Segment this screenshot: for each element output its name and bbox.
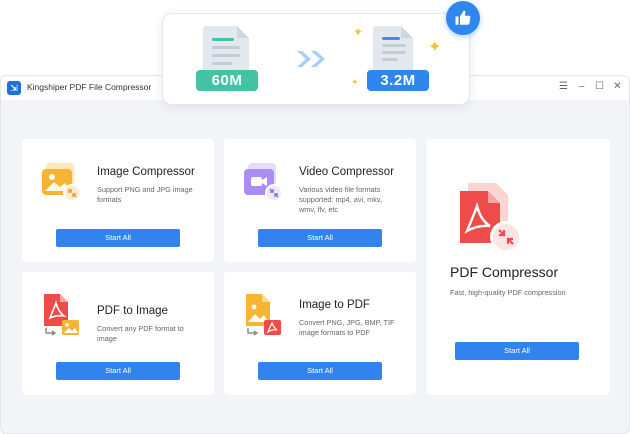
start-all-button[interactable]: Start All xyxy=(258,362,382,380)
double-chevron-right-icon xyxy=(295,49,329,74)
card-description: Convert PNG, JPG, BMP, TIF image formats… xyxy=(299,318,395,337)
original-size-badge: 60M xyxy=(196,70,258,91)
card-description: Convert any PDF format to image xyxy=(97,324,184,343)
card-title: PDF to Image xyxy=(97,305,168,317)
sparkle-icon: ✦ xyxy=(428,39,442,56)
video-compressor-icon xyxy=(242,161,284,208)
card-description: Fast, high-quality PDF compression xyxy=(450,288,566,297)
thumbs-up-icon xyxy=(446,1,480,35)
sparkle-icon: ✦ xyxy=(351,77,359,87)
card-pdf-to-image[interactable]: PDF to Image Convert any PDF format to i… xyxy=(22,272,214,395)
app-window: ⇲ Kingshiper PDF File Compressor ☰ – ☐ ✕… xyxy=(0,75,630,434)
app-title: Kingshiper PDF File Compressor xyxy=(27,82,152,92)
card-video-compressor[interactable]: Video Compressor Various video file form… xyxy=(224,139,416,262)
image-compressor-icon xyxy=(40,161,82,208)
card-pdf-compressor[interactable]: PDF Compressor Fast, high-quality PDF co… xyxy=(427,139,610,395)
start-all-button[interactable]: Start All xyxy=(258,229,382,247)
compression-banner: 60M ✦ ✦ ✦ 3.2M xyxy=(162,13,470,105)
card-title: PDF Compressor xyxy=(450,264,559,280)
start-all-button[interactable]: Start All xyxy=(56,362,180,380)
card-title: Video Compressor xyxy=(299,166,395,178)
card-description: Various video file formats supported: mp… xyxy=(299,185,383,214)
start-all-button[interactable]: Start All xyxy=(56,229,180,247)
menu-icon[interactable]: ☰ xyxy=(558,81,569,93)
compressed-size-badge: 3.2M xyxy=(367,70,429,91)
card-description: Support PNG and JPG image formats xyxy=(97,185,193,204)
compressed-file-icon xyxy=(373,26,413,76)
pdf-compressor-icon xyxy=(454,181,528,260)
close-icon[interactable]: ✕ xyxy=(612,81,623,93)
pdf-to-image-icon xyxy=(40,292,82,343)
card-image-compressor[interactable]: Image Compressor Support PNG and JPG ima… xyxy=(22,139,214,262)
minimize-icon[interactable]: – xyxy=(576,81,587,93)
card-image-to-pdf[interactable]: Image to PDF Convert PNG, JPG, BMP, TIF … xyxy=(224,272,416,395)
sparkle-icon: ✦ xyxy=(353,25,364,39)
image-to-pdf-icon xyxy=(242,292,284,343)
app-logo-icon: ⇲ xyxy=(7,81,21,95)
start-all-button[interactable]: Start All xyxy=(455,342,579,360)
card-title: Image Compressor xyxy=(97,166,195,178)
maximize-icon[interactable]: ☐ xyxy=(594,81,605,93)
card-title: Image to PDF xyxy=(299,299,370,311)
